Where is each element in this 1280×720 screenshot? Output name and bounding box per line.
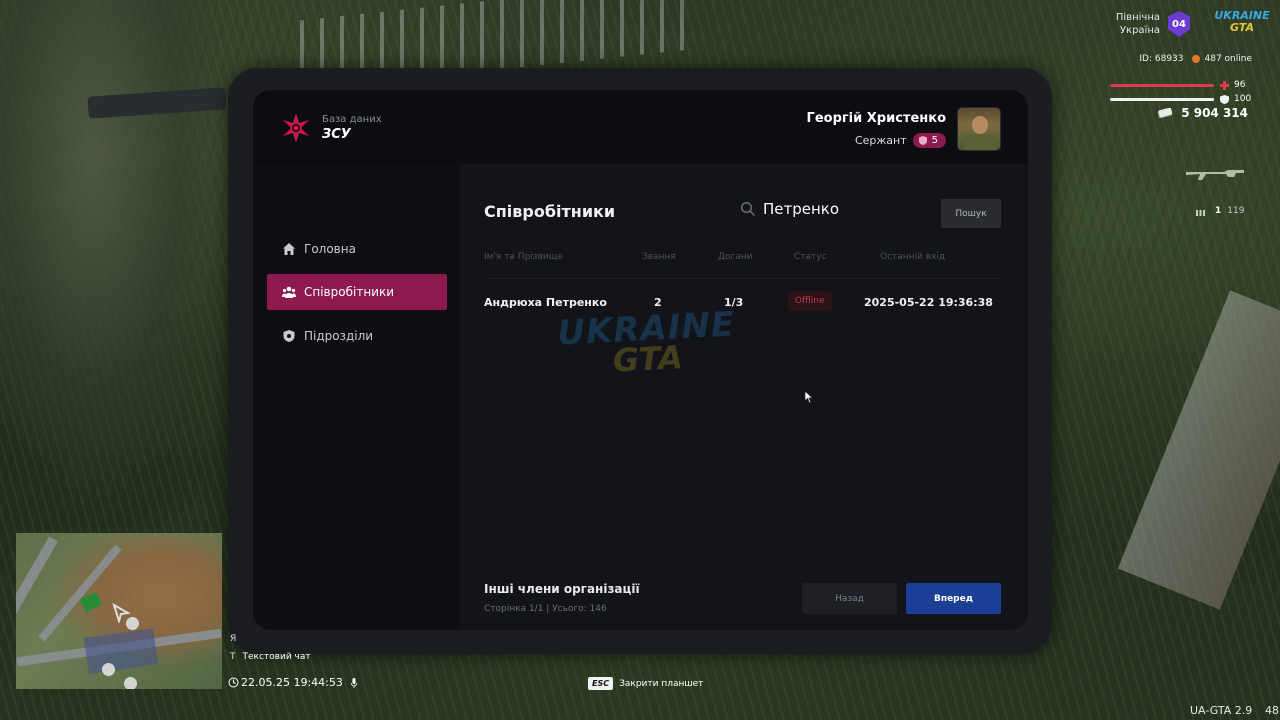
- sidebar-item-employees[interactable]: Співробітники: [267, 274, 447, 310]
- rank-shield-icon: [918, 135, 927, 145]
- region-label: Північна Україна: [1115, 12, 1160, 36]
- esc-key: ESC: [588, 677, 614, 690]
- armor-bar: [1110, 98, 1214, 101]
- ammo-clip: 1: [1215, 206, 1222, 216]
- avatar: [957, 107, 1001, 151]
- health-bar: [1110, 84, 1214, 87]
- version-label: UA-GTA 2.9: [1190, 704, 1253, 717]
- shield-icon: [283, 330, 295, 342]
- datetime: 22.05.25 19:44:53: [241, 676, 343, 689]
- health-cross-icon: [1220, 81, 1229, 90]
- esc-label: Закрити планшет: [619, 678, 704, 689]
- search-input[interactable]: [763, 200, 923, 218]
- military-cross-icon: [283, 113, 309, 143]
- pagination-info: Сторінка 1/1 | Усього: 146: [484, 604, 607, 614]
- rank-level: 5: [931, 134, 938, 146]
- ammo-total: 119: [1227, 206, 1245, 216]
- table-divider: [484, 278, 1000, 279]
- footer-title: Інші члени організації: [484, 582, 640, 596]
- brand-title: ЗСУ: [322, 127, 351, 142]
- search-button[interactable]: Пошук: [941, 199, 1001, 228]
- search-bar: [740, 200, 923, 218]
- armor-value: 100: [1234, 94, 1252, 104]
- sidebar-item-home[interactable]: Головна: [267, 231, 447, 267]
- sidebar: Головна Співробітники Підрозділи: [253, 164, 460, 630]
- sidebar-item-label: Підрозділи: [304, 329, 374, 343]
- home-icon: [283, 243, 295, 255]
- main-panel: Співробітники Пошук Ім'я та Прізвище Зва…: [460, 164, 1028, 630]
- soldier-character: [0, 0, 230, 520]
- clock: 22.05.25 19:44:53: [228, 676, 357, 689]
- next-button[interactable]: Вперед: [906, 583, 1001, 614]
- minimap: [16, 533, 222, 689]
- money-icon: [1157, 108, 1173, 118]
- brand: База даних ЗСУ: [280, 112, 382, 144]
- user-profile: Георгій Христенко Сержант 5: [807, 107, 1001, 151]
- armor-shield-icon: [1220, 95, 1229, 104]
- column-header-reprimands: Догани: [718, 252, 753, 262]
- ammo-display: 1 119: [1196, 206, 1244, 216]
- online-count: 487 online: [1204, 54, 1253, 64]
- rank-badge: 5: [912, 132, 946, 148]
- page-title: Співробітники: [484, 202, 616, 221]
- user-rank: Сержант: [854, 133, 907, 147]
- sidebar-item-label: Співробітники: [304, 285, 395, 299]
- ammo-icon: [1196, 209, 1205, 216]
- column-header-name: Ім'я та Прізвище: [484, 252, 563, 262]
- sidebar-item-divisions[interactable]: Підрозділи: [267, 318, 447, 354]
- mouse-cursor-icon: [804, 390, 814, 404]
- chat-label: Текстовий чат: [242, 652, 311, 662]
- tablet-screen: База даних ЗСУ Георгій Христенко Сержант…: [253, 90, 1028, 630]
- map-marker: [126, 617, 139, 630]
- close-tablet-hint: ESC Закрити планшет: [588, 677, 703, 690]
- column-header-last-login: Останній вхід: [880, 252, 946, 262]
- microphone-icon: [350, 677, 357, 688]
- sidebar-item-label: Головна: [304, 242, 356, 256]
- chat-key: T: [230, 652, 236, 662]
- column-header-rank: Звання: [642, 252, 676, 262]
- cell-last-login: 2025-05-22 19:36:38: [864, 296, 993, 309]
- people-icon: [282, 286, 296, 298]
- clock-icon: [228, 677, 239, 688]
- back-button[interactable]: Назад: [802, 583, 897, 614]
- chat-hint: T Текстовий чат: [230, 652, 311, 662]
- map-marker: [124, 677, 137, 689]
- cell-name: Андрюха Петренко: [484, 296, 607, 309]
- money-display: 5 904 314: [1157, 106, 1248, 120]
- player-id: ID: 68933: [1139, 54, 1184, 64]
- fps-counter: 48: [1265, 704, 1279, 717]
- cell-rank: 2: [654, 296, 662, 309]
- search-icon: [740, 201, 756, 217]
- rifle-weapon-icon: [1186, 170, 1244, 180]
- server-logo: UKRAINE GTA: [1214, 9, 1270, 34]
- column-header-status: Статус: [794, 252, 827, 262]
- user-name: Георгій Христенко: [806, 110, 946, 126]
- scroll-hint: Я: [230, 634, 237, 644]
- health-value: 96: [1234, 80, 1246, 90]
- status-badge: Offline: [788, 291, 832, 311]
- player-info: ID: 68933 487 online: [1139, 54, 1252, 64]
- watermark-logo: UKRAINE GTA: [556, 304, 737, 380]
- online-icon: [1191, 55, 1200, 63]
- brand-subtitle: База даних: [322, 114, 382, 125]
- money-value: 5 904 314: [1181, 106, 1248, 120]
- map-marker: [102, 663, 115, 676]
- tablet-header: База даних ЗСУ Георгій Христенко Сержант…: [253, 90, 1028, 164]
- tablet-frame: База даних ЗСУ Георгій Христенко Сержант…: [228, 68, 1052, 654]
